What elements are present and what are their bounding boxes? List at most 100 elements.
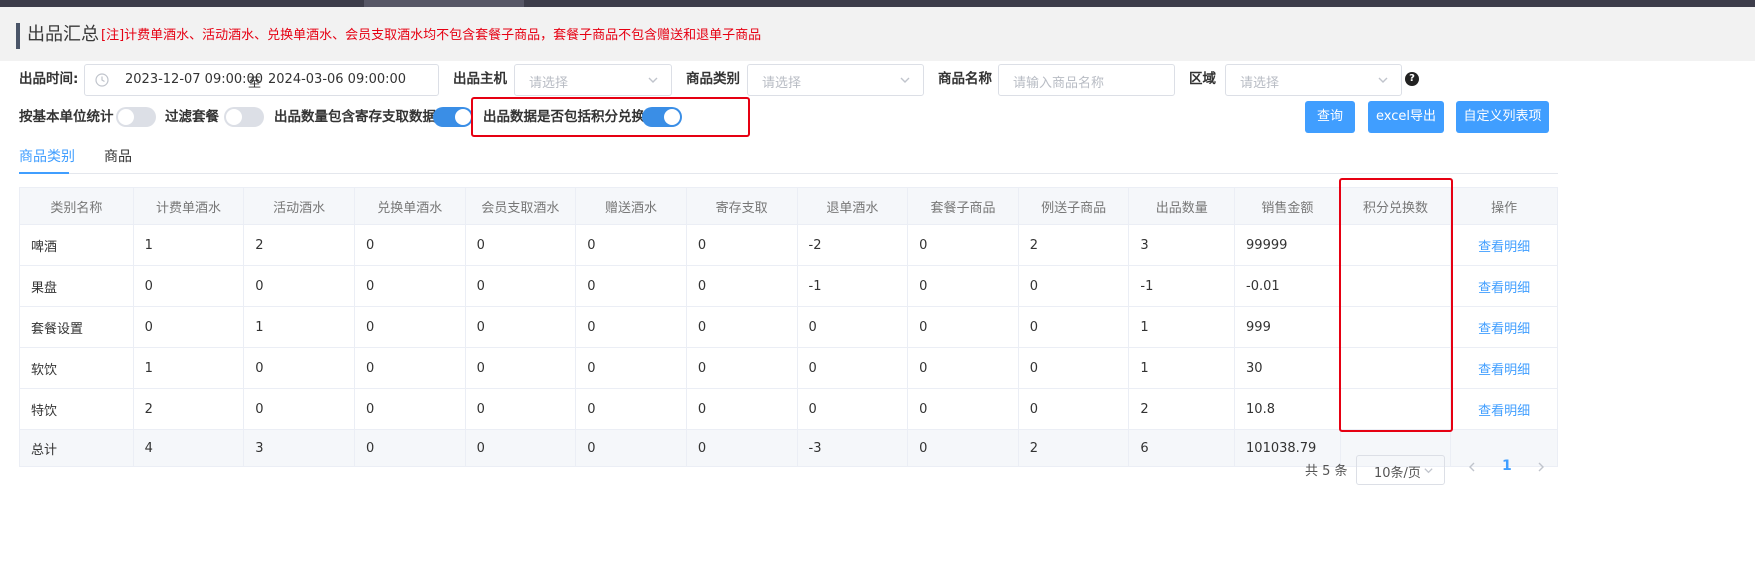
total-cell: 0: [353, 429, 466, 467]
column-header: 计费单酒水: [132, 187, 245, 225]
total-cell: 4: [132, 429, 245, 467]
table-cell: 0: [685, 388, 798, 430]
chevron-down-icon: [1378, 77, 1388, 83]
table-cell: 0: [575, 347, 687, 389]
total-cell: 0: [575, 429, 687, 467]
table-cell: 10.8: [1234, 388, 1341, 430]
total-cell: 3: [243, 429, 355, 467]
query-button[interactable]: 查询: [1305, 101, 1355, 133]
area-label: 区域: [1189, 71, 1216, 87]
toggle-label-basic-unit: 按基本单位统计: [19, 109, 114, 125]
view-detail-link[interactable]: 查看明细: [1450, 224, 1558, 266]
table-cell: 3: [1128, 224, 1236, 266]
table-cell: 0: [464, 347, 577, 389]
table-cell: 0: [907, 224, 1019, 266]
table-cell: 0: [685, 265, 798, 307]
column-header: 例送子商品: [1017, 187, 1130, 225]
table-cell: 0: [353, 265, 466, 307]
switch-knob: [455, 109, 471, 125]
toggle-label-include-points: 出品数据是否包括积分兑换: [483, 109, 645, 125]
category-label: 商品类别: [686, 71, 740, 87]
table-cell: 2: [1128, 388, 1236, 430]
view-detail-link[interactable]: 查看明细: [1450, 388, 1558, 430]
excel-export-button[interactable]: excel导出: [1368, 101, 1444, 133]
chevron-left-icon[interactable]: [1466, 461, 1478, 473]
table-cell: 0: [796, 306, 909, 348]
table-row: 啤酒 1 2 0 0 0 0 -2 0 2 3 99999 查看明细: [19, 224, 1558, 266]
table-cell: 0: [353, 224, 466, 266]
toggle-include-storage[interactable]: [433, 107, 473, 127]
table-cell: -1: [1128, 265, 1236, 307]
top-bar: [0, 0, 1755, 7]
table-cell: 0: [796, 388, 909, 430]
current-page[interactable]: 1: [1502, 458, 1512, 474]
column-header: 退单酒水: [796, 187, 909, 225]
column-header: 寄存支取: [685, 187, 798, 225]
table-cell: 0: [575, 265, 687, 307]
column-header: 销售金额: [1234, 187, 1341, 225]
total-cell: 0: [685, 429, 798, 467]
table-cell: 0: [464, 306, 577, 348]
product-name-input[interactable]: 请输入商品名称: [998, 64, 1175, 96]
table-cell: 0: [1017, 388, 1130, 430]
category-placeholder: 请选择: [762, 76, 802, 91]
host-label: 出品主机: [453, 71, 507, 87]
table-row: 套餐设置 0 1 0 0 0 0 0 0 0 1 999 查看明细: [19, 306, 1558, 348]
toggle-label-filter-package: 过滤套餐: [165, 109, 219, 125]
table-cell: 1: [243, 306, 355, 348]
top-tab[interactable]: [364, 0, 524, 7]
title-accent-bar: [16, 23, 20, 49]
host-select[interactable]: 请选择: [514, 64, 672, 96]
custom-columns-button[interactable]: 自定义列表项: [1456, 101, 1549, 133]
switch-knob: [226, 109, 242, 125]
clock-icon: [95, 73, 109, 87]
table-cell: 0: [907, 347, 1019, 389]
table-cell: 0: [243, 265, 355, 307]
table-cell: 2: [132, 388, 245, 430]
total-cell: 2: [1017, 429, 1130, 467]
table-cell: 0: [464, 224, 577, 266]
tab-product[interactable]: 商品: [104, 147, 132, 167]
table-cell: 0: [464, 265, 577, 307]
page-title: 出品汇总: [27, 24, 99, 45]
table-cell: 0: [907, 306, 1019, 348]
toggle-include-points[interactable]: [642, 107, 682, 127]
view-detail-link[interactable]: 查看明细: [1450, 306, 1558, 348]
chevron-right-icon[interactable]: [1535, 461, 1547, 473]
table-cell: 0: [353, 388, 466, 430]
date-range-picker[interactable]: 2023-12-07 09:00:00 至 2024-03-06 09:00:0…: [84, 64, 439, 96]
column-header: 兑换单酒水: [353, 187, 466, 225]
table-cell: 0: [907, 265, 1019, 307]
category-select[interactable]: 请选择: [747, 64, 924, 96]
view-detail-link[interactable]: 查看明细: [1450, 347, 1558, 389]
toggle-filter-package[interactable]: [224, 107, 264, 127]
page-size-value: 10条/页: [1374, 466, 1421, 481]
table-cell: 0: [1017, 265, 1130, 307]
table-cell: 30: [1234, 347, 1341, 389]
table-cell: 软饮: [19, 347, 134, 389]
total-cell: -3: [796, 429, 909, 467]
summary-table: 类别名称 计费单酒水 活动酒水 兑换单酒水 会员支取酒水 赠送酒水 寄存支取 退…: [19, 187, 1558, 467]
table-cell: 套餐设置: [19, 306, 134, 348]
tab-category[interactable]: 商品类别: [19, 147, 75, 167]
table-cell: -1: [796, 265, 909, 307]
table-cell: 0: [132, 306, 245, 348]
table-row: 软饮 1 0 0 0 0 0 0 0 0 1 30 查看明细: [19, 347, 1558, 389]
date-end: 2024-03-06 09:00:00: [268, 72, 407, 87]
page-size-select[interactable]: 10条/页: [1356, 455, 1445, 485]
total-cell: 0: [907, 429, 1019, 467]
view-detail-link[interactable]: 查看明细: [1450, 265, 1558, 307]
table-cell: 0: [575, 306, 687, 348]
area-select[interactable]: 请选择: [1225, 64, 1402, 96]
table-cell: 0: [1017, 306, 1130, 348]
table-row: 特饮 2 0 0 0 0 0 0 0 0 2 10.8 查看明细: [19, 388, 1558, 430]
time-label: 出品时间:: [19, 71, 79, 87]
table-cell: 0: [685, 224, 798, 266]
highlight-box-points-column: [1339, 178, 1453, 432]
host-placeholder: 请选择: [529, 76, 569, 91]
table-cell: -2: [796, 224, 909, 266]
table-cell: 2: [243, 224, 355, 266]
toggle-basic-unit[interactable]: [116, 107, 156, 127]
help-icon[interactable]: ?: [1405, 72, 1419, 86]
table-cell: 2: [1017, 224, 1130, 266]
